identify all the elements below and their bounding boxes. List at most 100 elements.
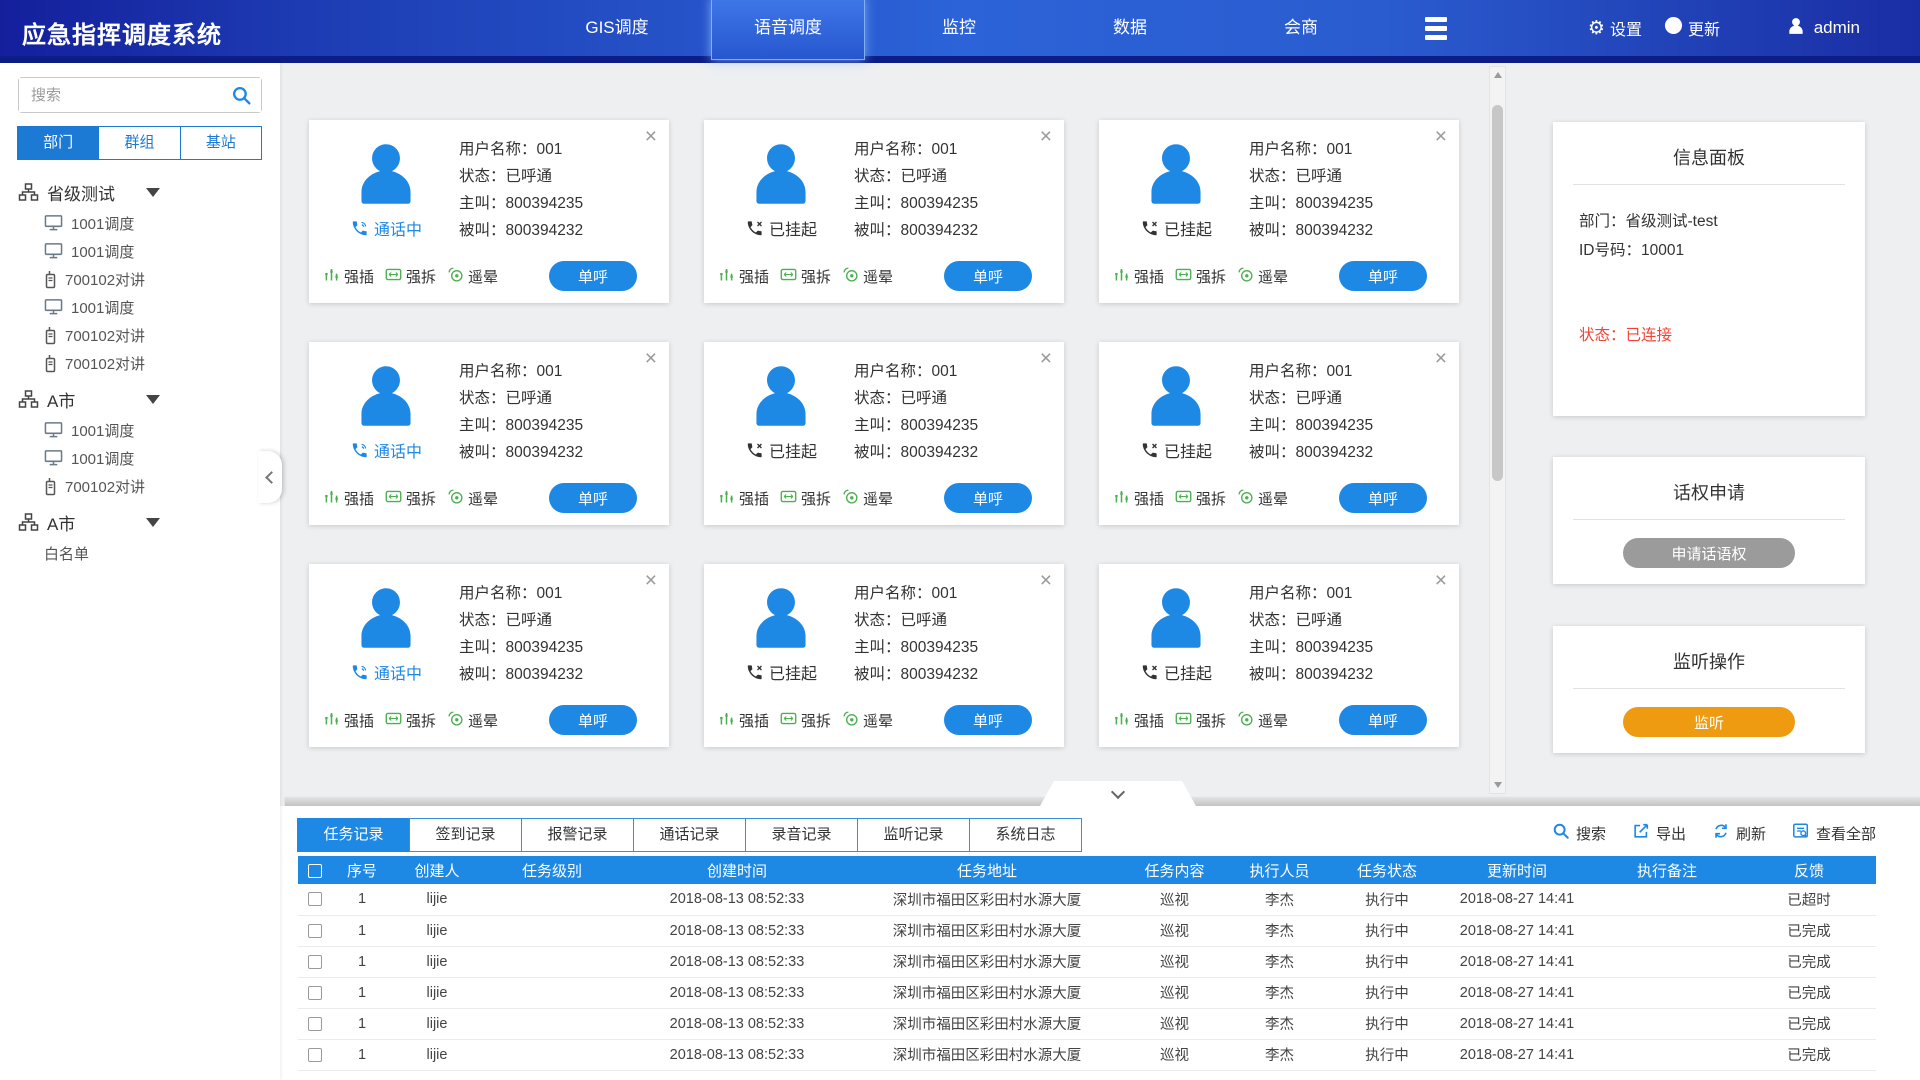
tree-item[interactable]: 700102对讲 [18,321,262,349]
remote-stun-button[interactable]: 遥晕 [842,488,893,509]
single-call-button[interactable]: 单呼 [944,261,1032,291]
close-icon[interactable]: × [1435,348,1447,369]
row-checkbox[interactable] [308,1048,322,1062]
force-release-button[interactable]: 强拆 [1175,710,1226,731]
table-row[interactable]: 1 lijie 2018-08-13 08:52:33 深圳市福田区彩田村水源大… [298,1039,1876,1070]
chevron-down-icon[interactable] [146,188,160,197]
row-checkbox[interactable] [308,955,322,969]
sidebar-collapse-handle[interactable] [258,451,282,503]
sidebar-tab[interactable]: 基站 [180,126,262,160]
remote-stun-button[interactable]: 遥晕 [447,266,498,287]
record-tab[interactable]: 监听记录 [857,818,970,852]
remote-stun-button[interactable]: 遥晕 [1237,710,1288,731]
sidebar-tab[interactable]: 群组 [98,126,180,160]
table-row[interactable]: 1 lijie 2018-08-13 08:52:33 深圳市福田区彩田村水源大… [298,977,1876,1008]
force-release-button[interactable]: 强拆 [385,710,436,731]
remote-stun-button[interactable]: 遥晕 [1237,266,1288,287]
cell-feedback[interactable]: 已超时 [1742,884,1876,915]
main-scrollbar[interactable] [1489,66,1506,794]
force-insert-button[interactable]: 强插 [323,488,374,509]
user-menu[interactable]: admin [1786,0,1860,56]
nav-item[interactable]: GIS调度 [540,0,694,56]
remote-stun-button[interactable]: 遥晕 [447,710,498,731]
close-icon[interactable]: × [1040,126,1052,147]
close-icon[interactable]: × [645,348,657,369]
remote-stun-button[interactable]: 遥晕 [1237,488,1288,509]
row-checkbox[interactable] [308,986,322,1000]
single-call-button[interactable]: 单呼 [549,261,637,291]
tree-item[interactable]: 1001调度 [18,209,262,237]
table-row[interactable]: 1 lijie 2018-08-13 08:52:33 深圳市福田区彩田村水源大… [298,915,1876,946]
close-icon[interactable]: × [1040,348,1052,369]
force-insert-button[interactable]: 强插 [718,710,769,731]
force-insert-button[interactable]: 强插 [718,266,769,287]
record-tab[interactable]: 通话记录 [633,818,746,852]
force-release-button[interactable]: 强拆 [385,266,436,287]
chevron-down-icon[interactable] [146,518,160,527]
tree-item[interactable]: A市 [18,508,262,536]
remote-stun-button[interactable]: 遥晕 [447,488,498,509]
tree-item[interactable]: 700102对讲 [18,349,262,377]
close-icon[interactable]: × [1435,570,1447,591]
row-checkbox[interactable] [308,1017,322,1031]
record-tab[interactable]: 录音记录 [745,818,858,852]
close-icon[interactable]: × [1435,126,1447,147]
force-release-button[interactable]: 强拆 [1175,266,1226,287]
tree-item[interactable]: 700102对讲 [18,265,262,293]
single-call-button[interactable]: 单呼 [1339,705,1427,735]
remote-stun-button[interactable]: 遥晕 [842,266,893,287]
force-release-button[interactable]: 强拆 [1175,488,1226,509]
force-release-button[interactable]: 强拆 [385,488,436,509]
tree-item[interactable]: 白名单 [18,539,262,567]
nav-item[interactable]: 数据 [1053,0,1207,56]
table-row[interactable]: 1 lijie 2018-08-13 08:52:33 深圳市福田区彩田村水源大… [298,884,1876,915]
hamburger-menu-icon[interactable] [1425,0,1465,56]
table-row[interactable]: 1 lijie 2018-08-13 08:52:33 深圳市福田区彩田村水源大… [298,1008,1876,1039]
tree-item[interactable]: A市 [18,385,262,413]
force-insert-button[interactable]: 强插 [323,710,374,731]
force-insert-button[interactable]: 强插 [323,266,374,287]
tree-item[interactable]: 1001调度 [18,293,262,321]
nav-item[interactable]: 会商 [1224,0,1378,56]
single-call-button[interactable]: 单呼 [1339,483,1427,513]
single-call-button[interactable]: 单呼 [549,705,637,735]
export-button[interactable]: 导出 [1632,822,1686,844]
tree-item[interactable]: 1001调度 [18,444,262,472]
search-icon[interactable] [231,85,252,111]
row-checkbox[interactable] [308,892,322,906]
search-input[interactable] [19,78,261,112]
force-insert-button[interactable]: 强插 [1113,266,1164,287]
force-insert-button[interactable]: 强插 [1113,710,1164,731]
force-release-button[interactable]: 强拆 [780,266,831,287]
listen-button[interactable]: 监听 [1623,707,1795,737]
table-row[interactable]: 1 lijie 2018-08-13 08:52:33 深圳市福田区彩田村水源大… [298,946,1876,977]
nav-item[interactable]: 语音调度 [711,0,865,60]
nav-item[interactable]: 监控 [882,0,1036,56]
force-release-button[interactable]: 强拆 [780,710,831,731]
single-call-button[interactable]: 单呼 [944,705,1032,735]
select-all-checkbox[interactable] [308,864,322,878]
cell-feedback[interactable]: 已完成 [1742,977,1876,1008]
row-checkbox[interactable] [308,924,322,938]
scrollbar-thumb[interactable] [1492,105,1503,481]
scroll-down-arrow-icon[interactable] [1490,777,1505,793]
tree-item[interactable]: 省级测试 [18,178,262,206]
force-insert-button[interactable]: 强插 [1113,488,1164,509]
bottom-collapse-tab[interactable] [1040,781,1196,806]
search-table-button[interactable]: 搜索 [1552,822,1606,844]
cell-feedback[interactable]: 已完成 [1742,1039,1876,1070]
single-call-button[interactable]: 单呼 [549,483,637,513]
force-release-button[interactable]: 强拆 [780,488,831,509]
cell-feedback[interactable]: 已完成 [1742,915,1876,946]
tree-item[interactable]: 700102对讲 [18,472,262,500]
single-call-button[interactable]: 单呼 [944,483,1032,513]
close-icon[interactable]: × [645,570,657,591]
cell-feedback[interactable]: 已完成 [1742,946,1876,977]
cell-feedback[interactable]: 已完成 [1742,1008,1876,1039]
record-tab[interactable]: 签到记录 [409,818,522,852]
request-talk-right-button[interactable]: 申请话语权 [1623,538,1795,568]
chevron-down-icon[interactable] [146,395,160,404]
close-icon[interactable]: × [1040,570,1052,591]
remote-stun-button[interactable]: 遥晕 [842,710,893,731]
refresh-button[interactable]: 刷新 [1712,822,1766,844]
